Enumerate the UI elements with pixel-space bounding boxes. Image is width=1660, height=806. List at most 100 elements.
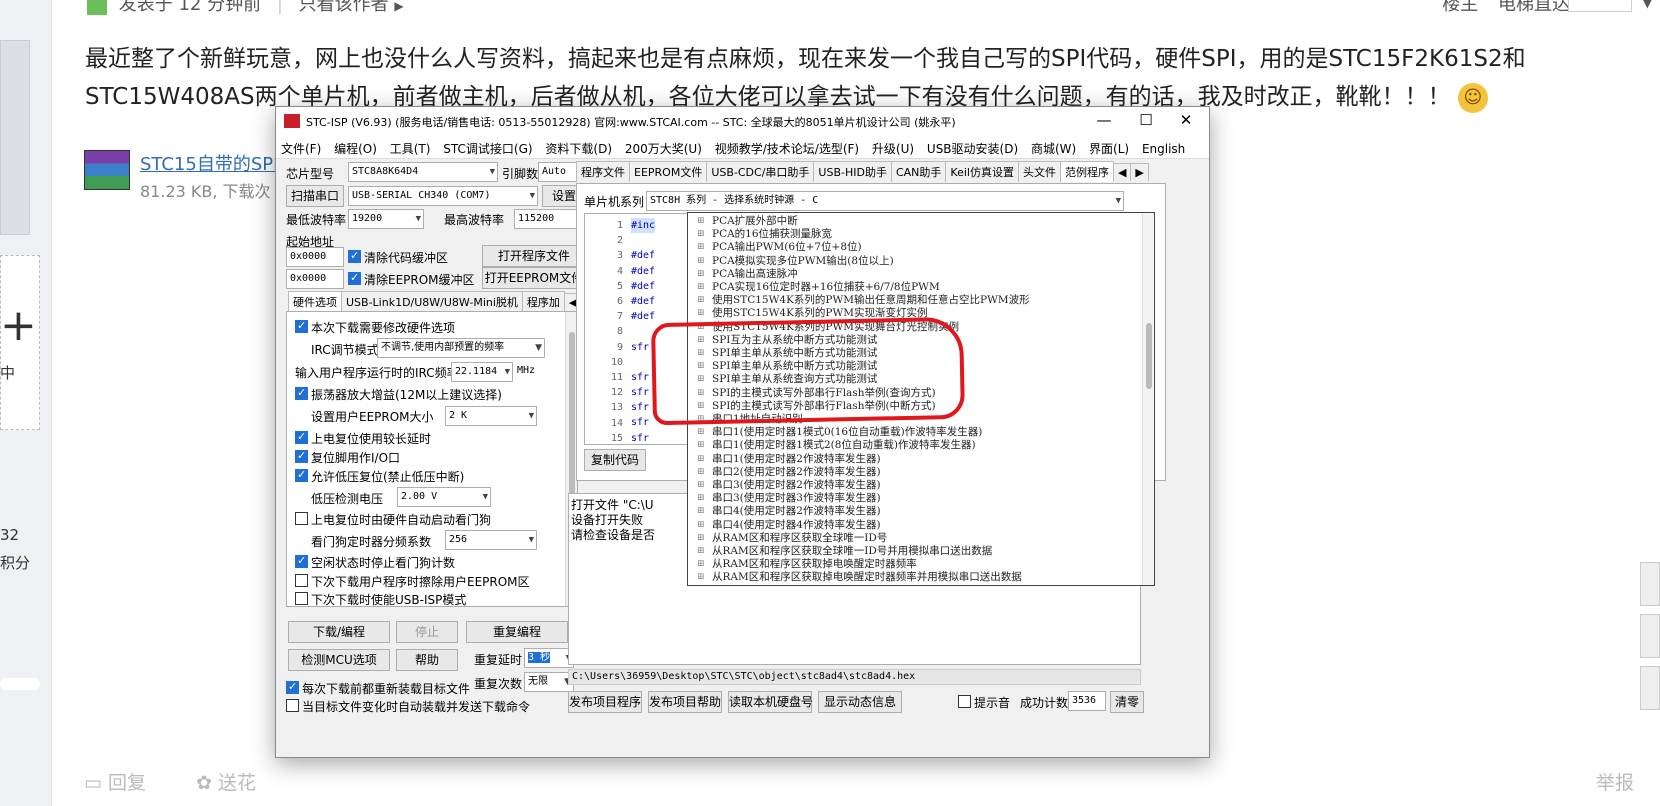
tab-next-icon[interactable]: ▶: [1130, 163, 1149, 181]
wdt-div-select[interactable]: 256 ▼: [445, 530, 537, 550]
tree-item[interactable]: PCA模拟实现多位PWM输出(8位以上): [697, 255, 894, 268]
tree-item[interactable]: 串口1(使用定时器1模式2(8位自动重载)作波特率发生器): [697, 439, 976, 452]
open-program-button[interactable]: 打开程序文件: [482, 245, 586, 267]
tree-item[interactable]: PCA的16位捕获测量脉宽: [697, 228, 832, 241]
menu-file[interactable]: 文件(F): [276, 135, 325, 157]
min-baud-select[interactable]: 19200 ▼: [348, 209, 424, 229]
clear-count-button[interactable]: 清零: [1110, 691, 1144, 713]
menu-ui[interactable]: 界面(L): [1084, 135, 1133, 157]
tree-item[interactable]: 串口2(使用定时器2作波特率发生器): [697, 466, 881, 479]
tab-header[interactable]: 头文件: [1017, 161, 1061, 182]
publish-help-button[interactable]: 发布项目帮助: [648, 691, 722, 713]
addr1-input[interactable]: 0x0000: [286, 247, 344, 267]
port-select[interactable]: USB-SERIAL CH340 (COM7) ▼: [348, 186, 538, 206]
tab-program-file[interactable]: 程序文件: [576, 161, 630, 182]
tree-item[interactable]: 串口4(使用定时器4作波特率发生器): [697, 519, 881, 532]
tree-item[interactable]: 串口3(使用定时器3作波特率发生器): [697, 492, 881, 505]
wdt-auto-checkbox[interactable]: [295, 512, 308, 525]
side-tab[interactable]: [1640, 666, 1660, 710]
menu-upgrade[interactable]: 升级(U): [867, 135, 918, 157]
tree-item[interactable]: 从RAM区和程序区获取全球唯一ID号: [697, 532, 887, 545]
open-eeprom-button[interactable]: 打开EEPROM文件: [482, 267, 586, 289]
reply-button[interactable]: ▭ 回复: [84, 772, 168, 794]
menu-video[interactable]: 视频教学/技术论坛/选型(F): [710, 135, 863, 157]
read-disk-button[interactable]: 读取本机硬盘号: [728, 691, 813, 713]
tree-scrollbar[interactable]: [1142, 213, 1154, 585]
reset-pin-checkbox[interactable]: [295, 449, 308, 463]
menu-downloads[interactable]: 资料下载(D): [540, 135, 616, 157]
low-volt-reset-checkbox[interactable]: [295, 468, 308, 482]
tree-item[interactable]: PCA输出PWM(6位+7位+8位): [697, 241, 862, 254]
tab-encrypt[interactable]: 程序加: [521, 291, 565, 312]
tree-item[interactable]: 使用STC15W4K系列的PWM输出任意周期和任意占空比PWM波形: [697, 294, 1030, 307]
clear-eeprom-checkbox[interactable]: [348, 271, 361, 285]
menu-usb-driver[interactable]: USB驱动安装(D): [922, 135, 1022, 157]
publish-program-button[interactable]: 发布项目程序: [568, 691, 642, 713]
modify-hw-checkbox[interactable]: [295, 319, 308, 333]
chip-select[interactable]: STC8A8K64D4 ▼: [348, 162, 498, 182]
plus-icon[interactable]: +: [0, 300, 37, 351]
tree-item[interactable]: 从RAM区和程序区获取掉电唤醒定时器频率: [697, 558, 917, 571]
tree-item[interactable]: 串口4(使用定时器2作波特率发生器): [697, 505, 881, 518]
menu-debug[interactable]: STC调试接口(G): [438, 135, 536, 157]
side-tab[interactable]: [1640, 614, 1660, 658]
author-only-link[interactable]: 只看该作者: [299, 0, 389, 15]
idle-wdt-checkbox[interactable]: [295, 554, 308, 568]
menu-shop[interactable]: 商城(W): [1026, 135, 1080, 157]
show-dynamic-button[interactable]: 显示动态信息: [818, 691, 902, 713]
tree-item[interactable]: 串口3(使用定时器2作波特率发生器): [697, 479, 881, 492]
tab-eeprom-file[interactable]: EEPROM文件: [629, 161, 708, 182]
tab-prev-icon[interactable]: ◀: [1112, 163, 1132, 181]
tree-item[interactable]: 从RAM区和程序区获取Bandgap电压值(单位为毫伏): [697, 585, 962, 586]
check-mcu-button[interactable]: 检测MCU选项: [288, 649, 390, 671]
auto-reload-checkbox[interactable]: [286, 699, 299, 712]
scroll-thumb[interactable]: [1146, 323, 1152, 389]
tree-item[interactable]: PCA输出高速脉冲: [697, 268, 798, 281]
clear-code-checkbox[interactable]: [348, 249, 361, 263]
tab-keil[interactable]: Keil仿真设置: [945, 161, 1019, 182]
usb-isp-checkbox[interactable]: [295, 592, 308, 605]
tab-usb-cdc[interactable]: USB-CDC/串口助手: [706, 161, 815, 182]
menu-english[interactable]: English: [1137, 137, 1189, 156]
tab-usb-hid[interactable]: USB-HID助手: [813, 161, 892, 182]
irc-mode-select[interactable]: 不调节,使用内部预置的频率 ▼: [377, 338, 545, 358]
eeprom-size-select[interactable]: 2 K ▼: [445, 406, 537, 426]
tree-item[interactable]: 串口1(使用定时器2作波特率发生器): [697, 453, 881, 466]
tree-item[interactable]: PCA实现16位定时器+16位捕获+6/7/8位PWM: [697, 281, 940, 294]
download-button[interactable]: 下载/编程: [288, 621, 390, 643]
minimize-button[interactable]: —: [1085, 109, 1123, 131]
report-link[interactable]: 举报: [1596, 768, 1634, 795]
tree-item[interactable]: 从RAM区和程序区获取掉电唤醒定时器频率并用模拟串口送出数据: [697, 571, 1022, 584]
scan-port-button[interactable]: 扫描串口: [286, 185, 344, 207]
osc-gain-checkbox[interactable]: [295, 386, 308, 400]
tab-usb-link[interactable]: USB-Link1D/U8W/U8W-Mini脱机: [341, 291, 523, 312]
tab-can[interactable]: CAN助手: [890, 161, 947, 182]
menu-tools[interactable]: 工具(T): [385, 135, 435, 157]
repeat-count-select[interactable]: 无限▼: [524, 672, 574, 692]
beep-checkbox[interactable]: [958, 695, 971, 708]
addr2-input[interactable]: 0x0000: [286, 269, 344, 289]
irc-freq-input[interactable]: 22.1184 ▼: [451, 362, 513, 382]
low-volt-select[interactable]: 2.00 V ▼: [397, 487, 491, 507]
tab-hardware[interactable]: 硬件选项: [288, 291, 342, 312]
tree-item[interactable]: 从RAM区和程序区获取全球唯一ID号并用模拟串口送出数据: [697, 545, 992, 558]
menu-program[interactable]: 编程(O): [329, 135, 381, 157]
menu-prize[interactable]: 200万大奖(U): [620, 135, 706, 157]
copy-code-button[interactable]: 复制代码: [584, 449, 646, 471]
reload-each-checkbox[interactable]: [286, 680, 299, 694]
chevron-down-icon[interactable]: ▼: [1643, 0, 1652, 10]
repeat-delay-select[interactable]: 3 秒▼: [524, 648, 574, 668]
series-select[interactable]: STC8H 系列 - 选择系统时钟源 - C ▼: [646, 191, 1124, 211]
help-button[interactable]: 帮助: [396, 649, 458, 671]
tab-examples[interactable]: 范例程序: [1059, 161, 1114, 182]
erase-eeprom-checkbox[interactable]: [295, 574, 308, 587]
side-tab[interactable]: [1640, 562, 1660, 606]
power-reset-checkbox[interactable]: [295, 430, 308, 444]
attachment-link[interactable]: STC15自带的SPI: [140, 150, 278, 176]
close-button[interactable]: ✕: [1167, 109, 1205, 131]
stop-button[interactable]: 停止: [396, 621, 458, 643]
flower-button[interactable]: ✿ 送花: [196, 772, 278, 794]
floor-input[interactable]: [1568, 0, 1632, 12]
tree-item[interactable]: PCA扩展外部中断: [697, 215, 798, 228]
tree-item[interactable]: 串口1(使用定时器1模式0(16位自动重载)作波特率发生器): [697, 426, 982, 439]
